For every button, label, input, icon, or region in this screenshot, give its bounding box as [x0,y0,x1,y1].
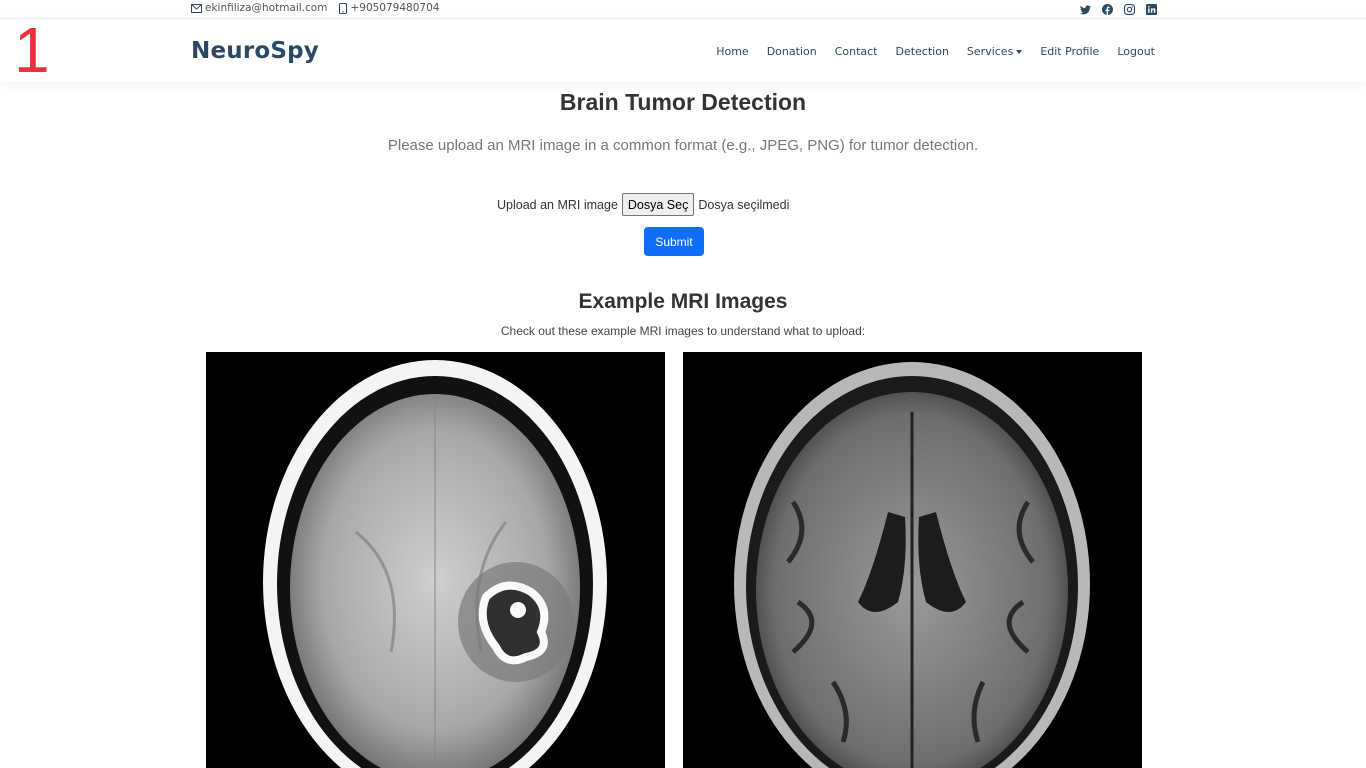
mri-example-healthy-image [683,352,1142,768]
nav-home[interactable]: Home [716,45,748,58]
mri-example-tumor-image [206,352,665,768]
main-navbar: NeuroSpy Home Donation Contact Detection… [0,20,1366,82]
twitter-icon[interactable] [1079,3,1092,16]
top-contact-bar: ekinfiliza@hotmail.com +905079480704 [0,0,1366,19]
nav-menu: Home Donation Contact Detection Services… [698,45,1155,58]
nav-detection[interactable]: Detection [895,45,948,58]
nav-logout[interactable]: Logout [1117,45,1155,58]
page-subtitle: Please upload an MRI image in a common f… [387,137,979,154]
contact-info: ekinfiliza@hotmail.com +905079480704 [191,2,451,14]
submit-button[interactable]: Submit [644,227,704,256]
file-choose-button[interactable]: Dosya Seç [621,193,695,216]
step-number: 1 [14,14,50,86]
social-links [1070,3,1158,16]
nav-donation[interactable]: Donation [767,45,817,58]
linkedin-icon[interactable] [1145,3,1158,16]
brand-logo[interactable]: NeuroSpy [191,38,319,64]
nav-services-label: Services [966,45,1014,58]
nav-edit-profile[interactable]: Edit Profile [1040,45,1099,58]
contact-phone[interactable]: +905079480704 [350,2,439,14]
examples-title: Example MRI Images [578,290,788,313]
contact-email[interactable]: ekinfiliza@hotmail.com [205,2,327,14]
upload-label: Upload an MRI image [497,197,618,212]
chevron-down-icon [1016,49,1023,54]
nav-contact[interactable]: Contact [835,45,878,58]
phone-icon [339,2,348,14]
page-title: Brain Tumor Detection [559,89,807,115]
file-status-text: Dosya seçilmedi [698,197,790,212]
facebook-icon[interactable] [1101,3,1114,16]
nav-services[interactable]: Services [966,45,1023,58]
examples-subtitle: Check out these example MRI images to un… [500,324,866,338]
upload-form: Upload an MRI image Dosya Seç Dosya seçi… [497,193,789,216]
instagram-icon[interactable] [1123,3,1136,16]
envelope-icon [191,3,202,13]
